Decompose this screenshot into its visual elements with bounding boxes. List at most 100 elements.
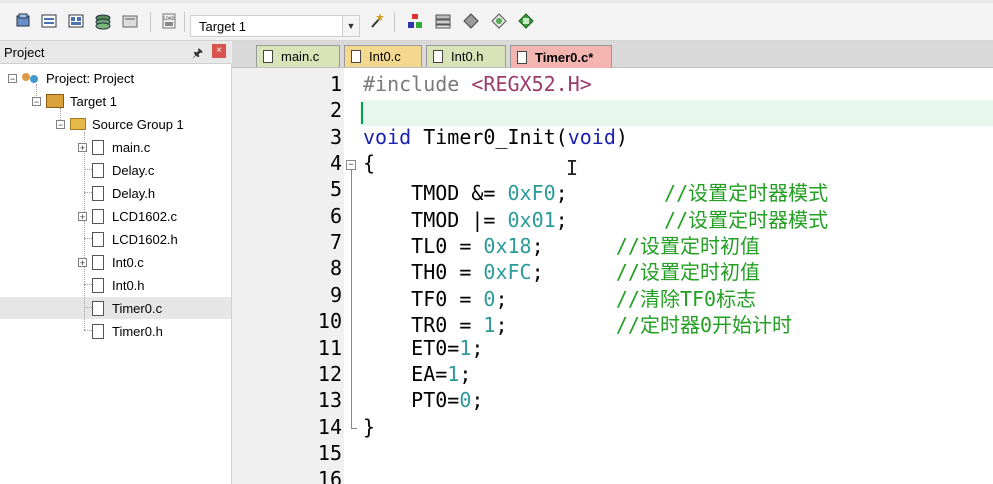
file-icon	[92, 185, 104, 201]
options-wand-icon[interactable]	[368, 12, 386, 30]
tree-item-project-root[interactable]: − Project: Project	[8, 68, 134, 88]
file-icon	[517, 50, 527, 64]
tree-item-file[interactable]: Delay.h	[92, 183, 155, 203]
pin-icon[interactable]: 🖈	[192, 44, 203, 65]
line-number: 2	[329, 98, 342, 122]
toolbar-top-strip	[0, 0, 993, 3]
collapse-icon[interactable]: −	[8, 73, 17, 83]
code-line: TH0 = 0xFC; //设置定时初值	[363, 260, 760, 284]
code-line: TMOD |= 0x01; //设置定时器模式	[363, 208, 829, 232]
tree-item-label: Target 1	[70, 93, 117, 109]
tree-item-label: Timer0.c	[112, 300, 163, 316]
toolbar-separator	[150, 12, 151, 32]
line-number: 14	[317, 415, 342, 439]
line-number: 15	[317, 441, 342, 465]
text-cursor-ibeam-icon: I	[566, 156, 579, 180]
file-icon	[92, 162, 104, 178]
build-icon[interactable]	[40, 12, 58, 30]
tree-item-file-selected[interactable]: Timer0.c	[92, 298, 162, 318]
pack-installer-icon[interactable]	[434, 12, 452, 30]
tree-item-label: LCD1602.c	[112, 208, 178, 224]
code-line: TF0 = 0; //清除TF0标志	[363, 287, 757, 311]
tree-item-label: Delay.c	[112, 162, 155, 178]
select-packs-icon[interactable]	[462, 12, 480, 30]
file-icon	[92, 139, 104, 155]
toolbar-separator	[184, 12, 185, 32]
project-icon	[22, 71, 40, 85]
editor-tab-bar: main.c Int0.c Int0.h Timer0.c*	[232, 41, 993, 68]
tree-item-file[interactable]: + LCD1602.c	[78, 206, 177, 226]
code-line: PT0=0;	[363, 388, 484, 412]
tree-guide	[84, 307, 92, 308]
project-tree: − Project: Project − Target 1 − Source G…	[0, 64, 232, 484]
folder-icon	[70, 118, 86, 130]
translate-icon[interactable]	[14, 12, 32, 30]
file-icon	[92, 231, 104, 247]
manage-components-icon[interactable]	[406, 12, 424, 30]
line-number: 1	[329, 72, 342, 96]
tree-item-label: main.c	[112, 139, 151, 155]
main-toolbar: LOAD Target 1 ▼	[0, 0, 993, 41]
file-icon	[92, 254, 104, 270]
tab-int0-c[interactable]: Int0.c	[344, 45, 422, 67]
batch-build-icon[interactable]	[94, 12, 112, 30]
rebuild-icon[interactable]	[67, 12, 85, 30]
code-line: TR0 = 1; //定时器0开始计时	[363, 313, 793, 337]
line-number: 5	[329, 177, 342, 201]
code-line: }	[363, 415, 376, 439]
download-icon[interactable]: LOAD	[160, 12, 178, 30]
code-line: EA=1;	[363, 362, 472, 386]
line-number: 3	[329, 125, 342, 149]
tree-item-label: Int0.c	[112, 254, 144, 270]
tree-item-file[interactable]: LCD1602.h	[92, 229, 178, 249]
tree-item-label: Delay.h	[112, 185, 156, 201]
fold-collapse-icon[interactable]: −	[346, 160, 356, 170]
target-select-value: Target 1	[199, 19, 246, 34]
project-panel-title: Project	[4, 45, 45, 60]
line-number: 8	[329, 256, 342, 280]
fold-guide	[351, 428, 357, 429]
file-icon	[92, 277, 104, 293]
toolbar-separator	[394, 12, 395, 32]
svg-text:LOAD: LOAD	[164, 16, 175, 21]
tree-item-file[interactable]: Int0.h	[92, 275, 145, 295]
tree-item-file[interactable]: Delay.c	[92, 160, 154, 180]
expand-icon[interactable]: +	[78, 257, 87, 267]
tree-item-file[interactable]: Timer0.h	[92, 321, 163, 341]
tab-label: Int0.c	[369, 49, 401, 64]
code-line: #include <REGX52.H>	[363, 72, 592, 96]
tab-timer0-c-active[interactable]: Timer0.c*	[510, 45, 612, 68]
tree-item-file[interactable]: + main.c	[78, 137, 150, 157]
tree-item-file[interactable]: + Int0.c	[78, 252, 144, 272]
chevron-down-icon[interactable]: ▼	[342, 16, 359, 36]
collapse-icon[interactable]: −	[56, 119, 65, 129]
line-number: 13	[317, 388, 342, 412]
tab-int0-h[interactable]: Int0.h	[426, 45, 506, 67]
file-icon	[263, 50, 273, 63]
tree-guide	[84, 169, 92, 170]
tree-item-label: Timer0.h	[112, 323, 163, 339]
target-select[interactable]: Target 1 ▼	[190, 15, 360, 37]
env-settings-icon[interactable]	[490, 12, 508, 30]
code-line: {	[363, 151, 376, 175]
line-number: 11	[317, 336, 342, 360]
target-icon	[46, 94, 64, 108]
fold-guide	[351, 170, 352, 428]
stop-build-icon[interactable]	[121, 12, 139, 30]
code-editor[interactable]: 1 2 3 4 5 6 7 8 9 10 11 12 13 14 15 16 −…	[232, 68, 993, 484]
code-line: void Timer0_Init(void)	[363, 125, 628, 149]
text-caret	[361, 102, 363, 124]
expand-icon[interactable]: +	[78, 211, 87, 221]
current-line-highlight	[360, 100, 993, 126]
expand-icon[interactable]: +	[78, 142, 87, 152]
green-books-icon[interactable]	[517, 12, 535, 30]
collapse-icon[interactable]: −	[32, 96, 41, 106]
tree-item-source-group[interactable]: − Source Group 1	[56, 114, 184, 134]
tree-item-label: LCD1602.h	[112, 231, 178, 247]
line-number: 7	[329, 230, 342, 254]
close-panel-button[interactable]: ×	[212, 44, 226, 58]
tab-main-c[interactable]: main.c	[256, 45, 340, 67]
code-line: TL0 = 0x18; //设置定时初值	[363, 234, 760, 258]
tree-item-target[interactable]: − Target 1	[32, 91, 117, 111]
line-number: 10	[317, 309, 342, 333]
